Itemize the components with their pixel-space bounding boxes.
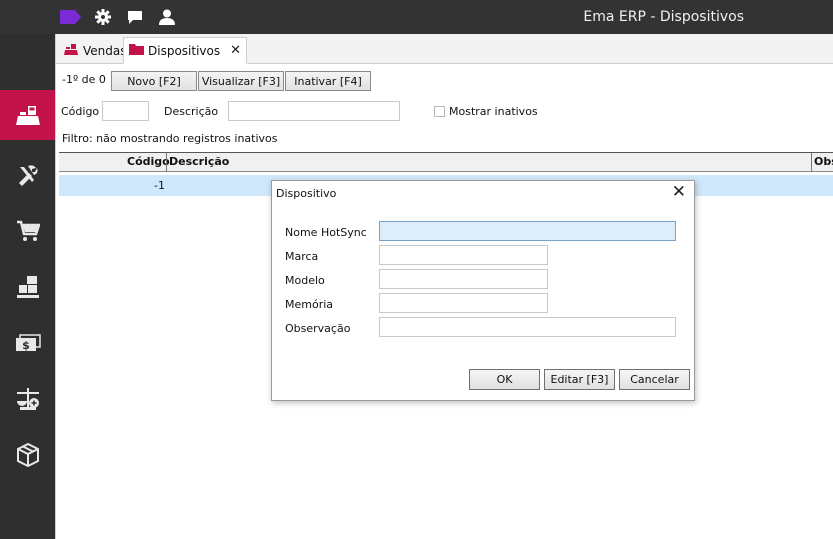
sidebar: $ bbox=[0, 34, 55, 539]
tab-label: Vendas bbox=[83, 43, 127, 58]
edit-button[interactable]: Editar [F3] bbox=[544, 369, 615, 390]
observation-field[interactable] bbox=[379, 317, 676, 337]
chat-icon[interactable] bbox=[127, 8, 143, 26]
model-field[interactable] bbox=[379, 269, 548, 289]
ok-button[interactable]: OK bbox=[469, 369, 540, 390]
code-label: Código bbox=[61, 105, 100, 118]
description-label: Descrição bbox=[164, 105, 219, 118]
dialog-title: Dispositivo bbox=[276, 187, 337, 200]
filter-status: Filtro: não mostrando registros inativos bbox=[62, 132, 278, 145]
sidebar-item-accounting[interactable] bbox=[0, 374, 55, 424]
sidebar-item-tools[interactable] bbox=[0, 150, 55, 200]
show-inactive-label: Mostrar inativos bbox=[449, 105, 538, 118]
code-field[interactable] bbox=[102, 101, 149, 121]
column-separator bbox=[811, 153, 812, 172]
cancel-button[interactable]: Cancelar bbox=[619, 369, 690, 390]
hotsync-name-label: Nome HotSync bbox=[285, 226, 367, 239]
money-icon: $ bbox=[15, 334, 41, 352]
new-button[interactable]: Novo [F2] bbox=[111, 71, 197, 91]
description-field[interactable] bbox=[228, 101, 400, 121]
memory-field[interactable] bbox=[379, 293, 548, 313]
title-bar: Ema ERP - Dispositivos bbox=[0, 0, 833, 34]
cell-codigo: -1 bbox=[154, 179, 165, 192]
column-header-descricao[interactable]: Descrição bbox=[169, 155, 229, 168]
tab-vendas[interactable]: Vendas bbox=[58, 37, 132, 64]
gear-icon[interactable] bbox=[95, 8, 111, 26]
view-button[interactable]: Visualizar [F3] bbox=[198, 71, 284, 91]
sidebar-item-sales[interactable] bbox=[0, 90, 55, 140]
column-separator bbox=[166, 153, 167, 172]
cash-register-icon bbox=[14, 103, 42, 127]
hotsync-name-field[interactable] bbox=[379, 221, 676, 241]
inactivate-button[interactable]: Inativar [F4] bbox=[285, 71, 371, 91]
package-icon bbox=[16, 443, 40, 467]
close-tab-icon[interactable]: ✕ bbox=[230, 43, 241, 58]
tab-dispositivos[interactable]: Dispositivos ✕ bbox=[123, 37, 248, 64]
tools-icon bbox=[16, 163, 40, 187]
user-icon[interactable] bbox=[158, 8, 176, 26]
grid-header: Código Descrição Obs bbox=[59, 152, 833, 172]
sidebar-item-stock[interactable] bbox=[0, 262, 55, 312]
device-dialog: Dispositivo ✕ Nome HotSync Marca Modelo … bbox=[271, 180, 695, 401]
model-label: Modelo bbox=[285, 274, 325, 287]
cart-icon bbox=[16, 220, 40, 242]
column-header-obs[interactable]: Obs bbox=[814, 155, 833, 168]
tab-bar: Vendas Dispositivos ✕ bbox=[56, 34, 833, 64]
close-icon[interactable]: ✕ bbox=[672, 184, 686, 201]
sidebar-item-finance[interactable]: $ bbox=[0, 318, 55, 368]
folder-icon bbox=[129, 43, 144, 58]
sidebar-item-shopping[interactable] bbox=[0, 206, 55, 256]
brand-label: Marca bbox=[285, 250, 319, 263]
boxes-icon bbox=[16, 275, 40, 299]
cash-register-icon bbox=[63, 43, 79, 59]
brand-field[interactable] bbox=[379, 245, 548, 265]
column-header-codigo[interactable]: Código bbox=[127, 155, 170, 168]
scale-icon bbox=[15, 387, 41, 411]
window-title: Ema ERP - Dispositivos bbox=[583, 9, 744, 25]
observation-label: Observação bbox=[285, 322, 351, 335]
svg-text:$: $ bbox=[22, 339, 30, 352]
memory-label: Memória bbox=[285, 298, 334, 311]
tag-icon[interactable] bbox=[60, 8, 81, 26]
record-counter: -1º de 0 bbox=[62, 73, 106, 86]
tab-label: Dispositivos bbox=[148, 43, 221, 58]
sidebar-item-logistics[interactable] bbox=[0, 430, 55, 480]
show-inactive-checkbox[interactable] bbox=[434, 106, 445, 117]
